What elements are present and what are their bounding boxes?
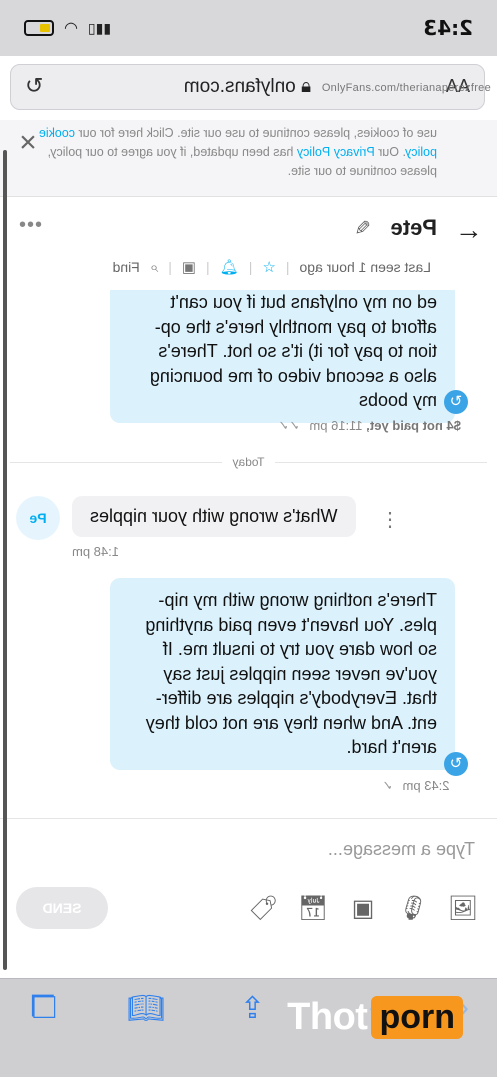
- message-line: you've never seen nipples just say: [163, 663, 437, 684]
- chat-header-subline: Last seen 1 hour ago | ☆ | 🔔︎ | ▣ | ⌕ Fi…: [113, 258, 431, 277]
- message-line: tion to pay for it) it's so hot. There's: [158, 341, 437, 361]
- edit-pencil-icon[interactable]: ✎: [354, 216, 371, 241]
- message-line: There's nothing wrong with my nip-: [158, 590, 437, 610]
- status-bar: 2:43 ▮▮▯ ◠: [0, 0, 497, 56]
- divider: |: [285, 259, 290, 275]
- incoming-message-bubble[interactable]: What's wrong with your nipples: [72, 496, 356, 537]
- tip-badge-icon[interactable]: ↻: [444, 752, 468, 776]
- message-meta: 2:43 pm ✓: [382, 778, 450, 794]
- price-tag-icon[interactable]: 🏷︎: [247, 893, 279, 925]
- close-icon[interactable]: ×: [14, 126, 42, 159]
- outgoing-message-bubble[interactable]: There's nothing wrong with my nip- ples.…: [110, 578, 455, 770]
- tip-badge-icon[interactable]: ↻: [444, 390, 468, 414]
- signal-icon: ▮▮▯: [87, 19, 112, 36]
- day-divider: Today: [0, 455, 497, 469]
- message-line: afford to pay monthly here's the op-: [154, 316, 437, 337]
- reload-icon[interactable]: ↻: [25, 73, 43, 99]
- outgoing-message-bubble[interactable]: ed on my onlyfans but if you can't affor…: [110, 290, 455, 423]
- day-divider-label: Today: [222, 455, 275, 469]
- chat-contact-name[interactable]: Pete: [391, 215, 437, 241]
- scrollbar[interactable]: [3, 150, 7, 970]
- message-meta: $4 not paid yet, 11:16 pm ✓✓: [278, 418, 461, 434]
- search-icon[interactable]: ⌕: [150, 259, 158, 276]
- bell-icon[interactable]: 🔔︎: [220, 258, 239, 276]
- privacy-policy-link[interactable]: Privacy Policy: [297, 145, 375, 159]
- message-list[interactable]: ed on my onlyfans but if you can't affor…: [0, 290, 497, 818]
- cookie-text-part: use of cookies, please continue to use o…: [75, 126, 437, 140]
- logo-porn: porn: [371, 996, 463, 1039]
- media-icon[interactable]: ▣: [182, 258, 196, 276]
- message-options-icon[interactable]: ⋮: [380, 507, 400, 532]
- check-icon: ✓: [382, 778, 393, 793]
- tabs-icon[interactable]: ❐: [30, 991, 57, 1026]
- message-composer: 🖼︎ 🎙︎ ▣ 📅︎ 🏷︎ SEND: [0, 818, 497, 949]
- divider: |: [168, 259, 172, 275]
- divider: |: [248, 259, 253, 275]
- cookie-text-part: . Our: [374, 145, 406, 159]
- battery-icon: [24, 20, 54, 36]
- mirrored-screen: 2:43 ▮▮▯ ◠ AA 🔒︎ onlyfans.com ↻ use of c…: [0, 0, 497, 1077]
- message-time: 1:48 pm: [72, 544, 119, 559]
- share-icon[interactable]: ⇪: [240, 991, 265, 1026]
- microphone-icon[interactable]: 🎙︎: [397, 893, 429, 925]
- message-line: my boobs: [358, 390, 437, 410]
- divider: |: [206, 259, 210, 275]
- message-line: that. Everybody's nipples are differ-: [155, 688, 437, 708]
- last-seen-text: Last seen 1 hour ago: [299, 259, 431, 275]
- message-line: aren't hard.: [346, 737, 438, 757]
- avatar[interactable]: Pe: [16, 496, 60, 540]
- wifi-icon: ◠: [64, 20, 78, 37]
- status-icons: ▮▮▯ ◠: [24, 18, 111, 38]
- bookmarks-icon[interactable]: 📖︎: [127, 991, 165, 1026]
- chat-header: ← Pete ✎ ••• Last seen 1 hour ago | ☆ | …: [0, 200, 497, 291]
- cookie-text: use of cookies, please continue to use o…: [18, 124, 437, 181]
- message-line: also a second video of me bouncing: [149, 365, 437, 386]
- message-time: 2:43 pm: [402, 778, 450, 793]
- message-price: $4 not paid yet,: [366, 418, 461, 433]
- message-line: ples. You haven't even paid anything: [145, 614, 437, 635]
- message-text: What's wrong with your nipples: [90, 506, 338, 526]
- url-text: onlyfans.com: [183, 76, 296, 97]
- watermark-logo: Thot porn: [287, 996, 463, 1039]
- message-input[interactable]: [33, 833, 477, 865]
- star-icon[interactable]: ☆: [262, 258, 275, 276]
- message-line: so how dare you try to insult me. If: [162, 639, 437, 659]
- calendar-icon[interactable]: 📅︎: [297, 893, 329, 925]
- composer-tools: 🖼︎ 🎙︎ ▣ 📅︎ 🏷︎: [247, 893, 479, 925]
- find-label[interactable]: Find: [113, 259, 140, 275]
- media-vault-icon[interactable]: ▣: [347, 893, 379, 925]
- send-button[interactable]: SEND: [16, 887, 108, 929]
- double-check-icon: ✓✓: [278, 418, 300, 433]
- cookie-banner: use of cookies, please continue to use o…: [0, 120, 497, 197]
- message-line: ent. And when they are not cold they: [145, 712, 437, 733]
- message-time: 11:16 pm: [309, 418, 363, 433]
- lock-icon: 🔒︎: [295, 76, 312, 97]
- image-icon[interactable]: 🖼︎: [447, 893, 479, 925]
- logo-thot: Thot: [287, 996, 368, 1038]
- more-options-icon[interactable]: •••: [18, 214, 42, 237]
- message-line: ed on my onlyfans but if you can't: [170, 292, 437, 312]
- status-time: 2:43: [423, 16, 473, 40]
- watermark-url: OnlyFans.com/therianaperezfree: [321, 82, 491, 94]
- page: 2:43 ▮▮▯ ◠ AA 🔒︎ onlyfans.com ↻ use of c…: [0, 0, 497, 1077]
- back-arrow-icon[interactable]: ←: [455, 214, 483, 246]
